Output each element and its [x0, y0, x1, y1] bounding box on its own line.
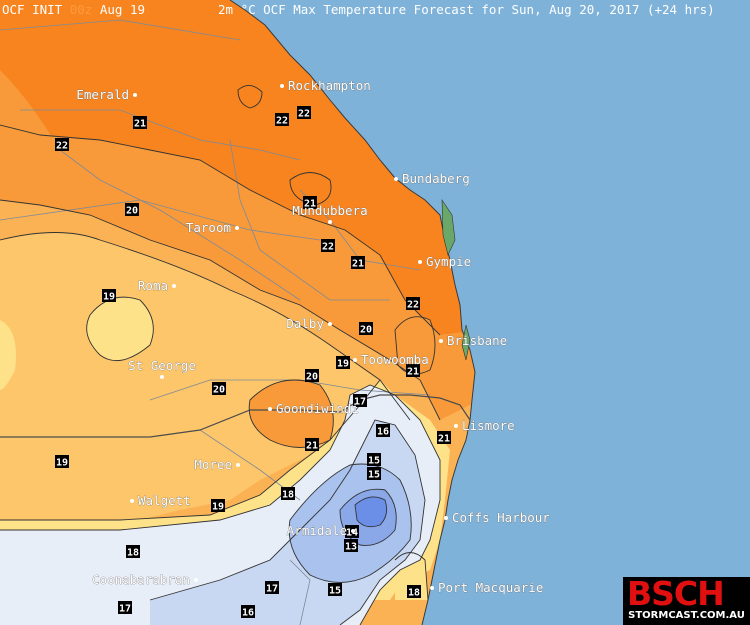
- logo-text: BSCH: [627, 574, 725, 613]
- city-armidale: Armidale: [286, 523, 355, 538]
- init-date: Aug 19: [92, 2, 145, 17]
- contour-label: 21: [352, 259, 364, 270]
- forecast-map-view: 22 21 22 22 21 20 22 21 19 22 20 21 19 20 20 21 17 16 15 21…: [0, 0, 750, 625]
- contour-label: 21: [407, 367, 419, 378]
- contour-label: 17: [266, 584, 278, 595]
- contour-label: 18: [408, 588, 420, 599]
- city-label: Toowoomba: [361, 352, 429, 367]
- bsch-logo: BSCH STORMCAST.COM.AU: [623, 574, 750, 625]
- contour-label: 22: [407, 300, 419, 311]
- city-label: St George: [128, 358, 196, 373]
- contour-label: 19: [212, 502, 224, 513]
- city-walgett: Walgett: [130, 493, 191, 508]
- city-dot: [394, 177, 398, 181]
- city-dot: [351, 529, 355, 533]
- contour-label: 15: [368, 456, 380, 467]
- city-label: Armidale: [287, 523, 347, 538]
- contour-label: 22: [298, 109, 310, 120]
- contour-label: 16: [242, 608, 254, 619]
- contour-label: 15: [329, 586, 341, 597]
- contour-label: 22: [276, 116, 288, 127]
- city-dot: [235, 226, 239, 230]
- city-dot: [454, 424, 458, 428]
- city-dot: [236, 463, 240, 467]
- contour-label: 19: [56, 458, 68, 469]
- city-label: Moree: [194, 457, 232, 472]
- city-dot: [194, 578, 198, 582]
- city-label: Emerald: [76, 87, 129, 102]
- city-dot: [439, 339, 443, 343]
- city-dot: [160, 375, 164, 379]
- init-label: OCF INIT: [2, 2, 70, 17]
- city-label: Bundaberg: [402, 171, 470, 186]
- city-goondiwindi: Goondiwindi: [268, 401, 359, 416]
- city-emerald: Emerald: [76, 87, 137, 102]
- city-label: Lismore: [462, 418, 515, 433]
- city-gympie: Gympie: [418, 254, 471, 269]
- city-brisbane: Brisbane: [439, 333, 508, 348]
- contour-label: 20: [126, 206, 138, 217]
- contour-label: 15: [368, 470, 380, 481]
- city-dot: [133, 93, 137, 97]
- city-dot: [353, 358, 357, 362]
- city-dot: [444, 516, 448, 520]
- contour-label: 19: [337, 359, 349, 370]
- city-dot: [280, 84, 284, 88]
- init-info: OCF INIT 00z Aug 19: [2, 0, 145, 19]
- contour-label: 22: [322, 242, 334, 253]
- city-label: Brisbane: [447, 333, 507, 348]
- contour-label: 22: [56, 141, 68, 152]
- contour-label: 19: [103, 292, 115, 303]
- city-dot: [130, 499, 134, 503]
- city-label: Goondiwindi: [276, 401, 359, 416]
- contour-label: 18: [127, 548, 139, 559]
- city-dot: [268, 407, 272, 411]
- init-run: 00z: [69, 2, 93, 17]
- contour-label: 21: [438, 434, 450, 445]
- city-dot: [418, 260, 422, 264]
- city-lismore: Lismore: [454, 418, 515, 433]
- city-port-macquarie: Port Macquarie: [430, 580, 544, 595]
- city-label: Gympie: [426, 254, 471, 269]
- contour-label: 13: [345, 542, 357, 553]
- contour-label: 14: [346, 528, 358, 539]
- contour-label: 21: [306, 441, 318, 452]
- contour-label: 20: [213, 385, 225, 396]
- city-label: Coffs Harbour: [452, 510, 550, 525]
- city-dot: [430, 586, 434, 590]
- contour-label: 20: [306, 372, 318, 383]
- contour-label: 16: [377, 427, 389, 438]
- city-label: Taroom: [186, 220, 231, 235]
- city-coffs-harbour: Coffs Harbour: [444, 510, 551, 525]
- city-bundaberg: Bundaberg: [394, 171, 470, 186]
- city-label: Walgett: [138, 493, 191, 508]
- map-title: 2m °C OCF Max Temperature Forecast for S…: [218, 2, 715, 17]
- city-label: Dalby: [286, 316, 324, 331]
- city-label: Coonabarabran: [92, 572, 190, 587]
- city-label: Mundubbera: [292, 203, 367, 218]
- contour-label: 18: [282, 490, 294, 501]
- city-dot: [328, 220, 332, 224]
- logo-subtext: STORMCAST.COM.AU: [628, 610, 745, 621]
- city-label: Roma: [138, 278, 168, 293]
- temperature-map: 2221 222221202221192220211920202117161521…: [0, 0, 750, 625]
- city-label: Port Macquarie: [438, 580, 543, 595]
- contour-label: 21: [134, 119, 146, 130]
- city-label: Rockhampton: [288, 78, 371, 93]
- city-dot: [172, 284, 176, 288]
- city-dot: [328, 322, 332, 326]
- city-rockhampton: Rockhampton: [280, 78, 371, 93]
- city-coonabarabran: Coonabarabran: [92, 572, 198, 587]
- contour-label: 20: [360, 325, 372, 336]
- city-toowoomba: Toowoomba: [353, 352, 429, 367]
- contour-label: 17: [119, 604, 131, 615]
